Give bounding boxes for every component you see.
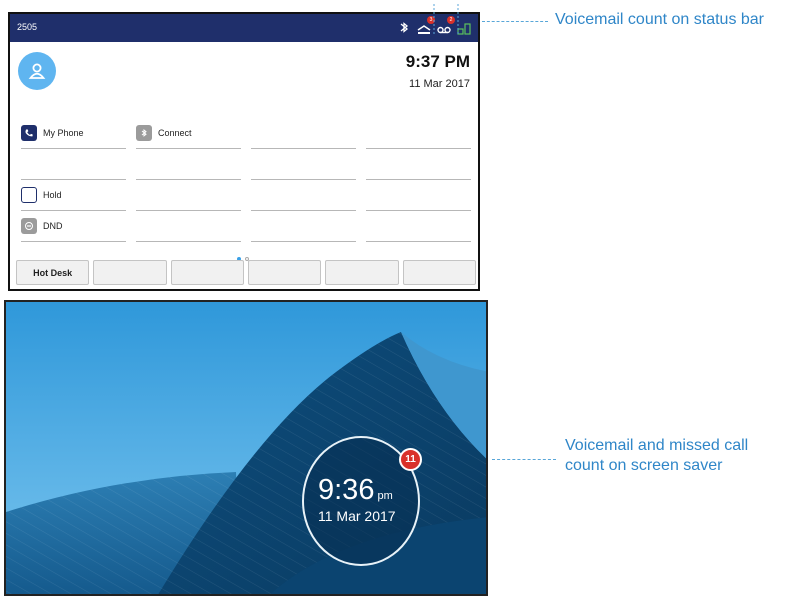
- line-key-empty[interactable]: [136, 211, 241, 242]
- line-key-empty[interactable]: [251, 118, 356, 149]
- phone-date: 11 Mar 2017: [409, 78, 470, 90]
- screen-saver-time-value: 9:36: [318, 474, 375, 506]
- phone-clock: 9:37 PM: [405, 52, 470, 71]
- screen-saver-count-badge: 11: [399, 448, 422, 471]
- line-key-hold[interactable]: Hold: [21, 180, 126, 211]
- line-key-my-phone[interactable]: My Phone: [21, 118, 126, 149]
- line-key-label: My Phone: [43, 128, 84, 138]
- bluetooth-icon: [136, 125, 152, 141]
- user-avatar[interactable]: [18, 52, 56, 90]
- callout-status-bar: Voicemail count on status bar: [555, 11, 765, 28]
- line-key-empty[interactable]: [251, 180, 356, 211]
- voicemail-icon[interactable]: 3: [416, 16, 435, 36]
- status-bar: 2505 3 2: [10, 14, 478, 42]
- line-key-empty[interactable]: [251, 211, 356, 242]
- line-key-label: DND: [43, 221, 63, 231]
- phone-home-screen: 2505 3 2 9:37 PM 11 Mar 2017 My Phone Co…: [8, 12, 480, 291]
- screen-saver: [4, 300, 488, 596]
- line-key-empty[interactable]: [366, 118, 471, 149]
- line-key-empty[interactable]: [251, 149, 356, 180]
- line-key-label: Hold: [43, 190, 62, 200]
- line-key-empty[interactable]: [366, 211, 471, 242]
- screen-saver-date: 11 Mar 2017: [318, 508, 396, 524]
- dnd-icon: [21, 218, 37, 234]
- user-icon: [28, 63, 46, 79]
- callout-screen-saver: Voicemail and missed call count on scree…: [565, 437, 749, 474]
- screen-saver-ampm: pm: [377, 490, 393, 502]
- voicemail-highlight-marker: [433, 4, 459, 34]
- phone-icon: [21, 125, 37, 141]
- line-key-empty[interactable]: [366, 149, 471, 180]
- callout-leader-line: [492, 459, 556, 460]
- line-key-empty[interactable]: [136, 180, 241, 211]
- softkey-4[interactable]: [247, 260, 322, 285]
- softkey-6[interactable]: [402, 260, 476, 285]
- line-key-connect[interactable]: Connect: [136, 118, 241, 149]
- callout-leader-line: [482, 21, 548, 22]
- hold-icon: [21, 187, 37, 203]
- softkey-5[interactable]: [325, 260, 399, 285]
- line-key-dnd[interactable]: DND: [21, 211, 126, 242]
- line-key-label: Connect: [158, 128, 192, 138]
- line-key-grid: My Phone Connect Hold DND: [16, 118, 476, 242]
- line-key-empty[interactable]: [366, 180, 471, 211]
- softkey-2[interactable]: [93, 260, 167, 285]
- bluetooth-icon: [396, 20, 412, 36]
- softkey-3[interactable]: [170, 260, 244, 285]
- extension-number: 2505: [17, 22, 38, 32]
- line-key-empty[interactable]: [21, 149, 126, 180]
- screen-saver-time: 9:36 pm: [318, 474, 393, 507]
- softkey-bar: Hot Desk: [16, 260, 476, 285]
- softkey-hot-desk[interactable]: Hot Desk: [16, 260, 90, 285]
- line-key-empty[interactable]: [136, 149, 241, 180]
